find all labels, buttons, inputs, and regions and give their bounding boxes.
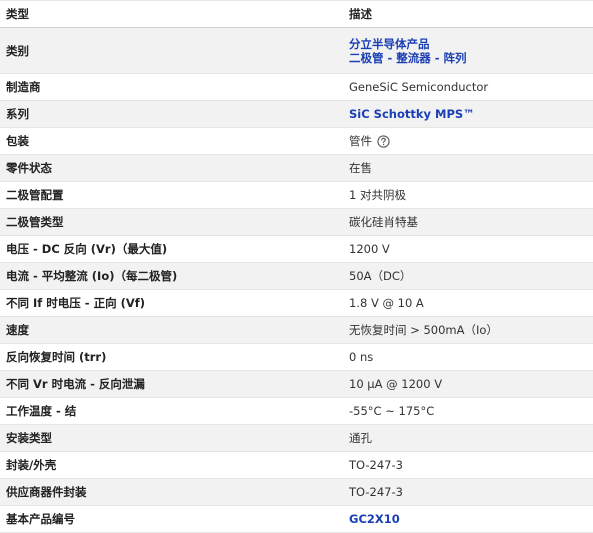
base-product-number-link[interactable]: GC2X10 bbox=[349, 512, 400, 526]
row-label: 制造商 bbox=[6, 80, 41, 94]
row-label: 二极管配置 bbox=[6, 188, 64, 202]
row-operating-temp: 工作温度 - 结 -55°C ~ 175°C bbox=[0, 398, 593, 425]
row-part-status: 零件状态 在售 bbox=[0, 155, 593, 182]
row-label: 二极管类型 bbox=[6, 215, 64, 229]
row-reverse-recovery: 反向恢复时间 (trr) 0 ns bbox=[0, 344, 593, 371]
row-label: 供应商器件封装 bbox=[6, 485, 87, 499]
row-supplier-package: 供应商器件封装 TO-247-3 bbox=[0, 479, 593, 506]
row-label: 不同 If 时电压 - 正向 (Vf) bbox=[6, 296, 145, 310]
row-mounting-type: 安装类型 通孔 bbox=[0, 425, 593, 452]
row-label: 零件状态 bbox=[6, 161, 52, 175]
row-speed: 速度 无恢复时间 > 500mA（Io） bbox=[0, 317, 593, 344]
row-label: 工作温度 - 结 bbox=[6, 404, 77, 418]
voltage-forward-value: 1.8 V @ 10 A bbox=[349, 296, 424, 310]
series-link[interactable]: SiC Schottky MPS™ bbox=[349, 107, 475, 121]
table-header: 类型 描述 bbox=[0, 1, 593, 28]
row-label: 基本产品编号 bbox=[6, 512, 75, 526]
row-label: 封装/外壳 bbox=[6, 458, 57, 472]
row-reverse-leakage: 不同 Vr 时电流 - 反向泄漏 10 µA @ 1200 V bbox=[0, 371, 593, 398]
row-diode-config: 二极管配置 1 对共阴极 bbox=[0, 182, 593, 209]
row-packaging: 包装 管件 bbox=[0, 128, 593, 155]
row-manufacturer: 制造商 GeneSiC Semiconductor bbox=[0, 74, 593, 101]
operating-temp-value: -55°C ~ 175°C bbox=[349, 404, 435, 418]
row-label: 类别 bbox=[6, 43, 29, 58]
voltage-reverse-value: 1200 V bbox=[349, 242, 390, 256]
category-link-discrete[interactable]: 分立半导体产品 bbox=[349, 37, 467, 51]
row-voltage-reverse: 电压 - DC 反向 (Vr)（最大值) 1200 V bbox=[0, 236, 593, 263]
current-rectified-value: 50A（DC） bbox=[349, 269, 412, 283]
row-base-product-number: 基本产品编号 GC2X10 bbox=[0, 506, 593, 533]
row-package-case: 封装/外壳 TO-247-3 bbox=[0, 452, 593, 479]
diode-type-value: 碳化硅肖特基 bbox=[349, 215, 418, 229]
manufacturer-value: GeneSiC Semiconductor bbox=[349, 80, 489, 94]
row-voltage-forward: 不同 If 时电压 - 正向 (Vf) 1.8 V @ 10 A bbox=[0, 290, 593, 317]
speed-value: 无恢复时间 > 500mA（Io） bbox=[349, 323, 498, 337]
reverse-leakage-value: 10 µA @ 1200 V bbox=[349, 377, 443, 391]
spec-table: 类型 描述 类别 分立半导体产品 二极管 - 整流器 - 阵列 制造商 Gene… bbox=[0, 0, 593, 533]
packaging-value: 管件 bbox=[349, 134, 372, 148]
row-category: 类别 分立半导体产品 二极管 - 整流器 - 阵列 bbox=[0, 28, 593, 74]
row-label: 电流 - 平均整流 (Io)（每二极管) bbox=[6, 269, 178, 283]
row-label: 电压 - DC 反向 (Vr)（最大值) bbox=[6, 242, 168, 256]
row-label: 系列 bbox=[6, 107, 29, 121]
row-label: 包装 bbox=[6, 134, 29, 148]
row-label: 安装类型 bbox=[6, 431, 52, 445]
package-case-value: TO-247-3 bbox=[349, 458, 403, 472]
mounting-type-value: 通孔 bbox=[349, 431, 372, 445]
reverse-recovery-value: 0 ns bbox=[349, 350, 374, 364]
help-circle-icon[interactable] bbox=[377, 134, 390, 148]
header-description: 描述 bbox=[349, 7, 372, 21]
row-current-rectified: 电流 - 平均整流 (Io)（每二极管) 50A（DC） bbox=[0, 263, 593, 290]
header-type: 类型 bbox=[6, 7, 29, 21]
row-label: 不同 Vr 时电流 - 反向泄漏 bbox=[6, 377, 145, 391]
row-label: 速度 bbox=[6, 323, 29, 337]
row-diode-type: 二极管类型 碳化硅肖特基 bbox=[0, 209, 593, 236]
diode-config-value: 1 对共阴极 bbox=[349, 188, 406, 202]
supplier-package-value: TO-247-3 bbox=[349, 485, 403, 499]
part-status-value: 在售 bbox=[349, 161, 372, 175]
category-link-rectifier-arrays[interactable]: 二极管 - 整流器 - 阵列 bbox=[349, 51, 467, 65]
row-label: 反向恢复时间 (trr) bbox=[6, 350, 107, 364]
row-series: 系列 SiC Schottky MPS™ bbox=[0, 101, 593, 128]
